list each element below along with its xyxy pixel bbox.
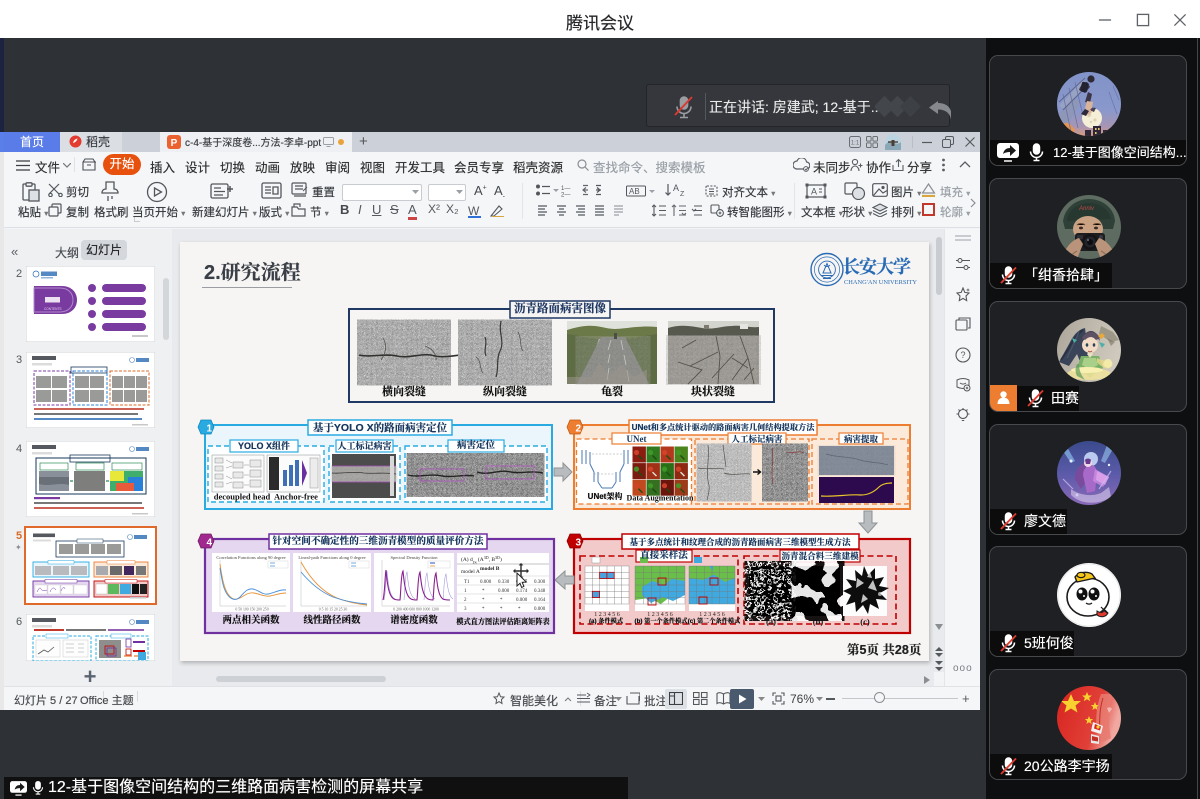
svg-text:0.174: 0.174	[516, 589, 528, 594]
svg-text:CHANG'AN UNIVERSITY: CHANG'AN UNIVERSITY	[844, 279, 917, 286]
svg-text:(a): (a)	[766, 617, 776, 627]
svg-text:1—: 1—	[561, 186, 570, 192]
svg-text:0 200 400 600 800 1000 1: 0 200 400 600 800 1000 1200	[393, 608, 439, 612]
svg-text:0.000: 0.000	[516, 598, 528, 603]
svg-text:3: 3	[576, 538, 582, 549]
svg-text:1: 1	[207, 424, 213, 435]
svg-text:Anniv: Anniv	[1078, 206, 1095, 212]
svg-text:1 2 3 4 5 6: 1 2 3 4 5 6	[699, 612, 725, 618]
svg-text:?: ?	[961, 350, 966, 360]
svg-text:1:1: 1:1	[851, 141, 860, 147]
svg-text:model A: model A	[461, 569, 480, 575]
svg-text:2: 2	[576, 424, 582, 435]
svg-text:T1: T1	[464, 580, 470, 585]
svg-text:(b): (b)	[813, 617, 824, 627]
svg-text:AB: AB	[629, 187, 640, 196]
svg-text:A: A	[811, 187, 817, 197]
svg-text:4: 4	[207, 538, 213, 549]
svg-text:(c): (c)	[860, 617, 870, 627]
svg-text:CONTENTS: CONTENTS	[44, 307, 62, 311]
svg-text:0 50 100 150 200 250: 0 50 100 150 200 250	[235, 608, 268, 612]
svg-text:0.300: 0.300	[534, 580, 546, 585]
svg-text:0.164: 0.164	[534, 598, 546, 603]
svg-text:Data Augmentation: Data Augmentation	[627, 494, 694, 503]
svg-text:Z: Z	[680, 191, 685, 198]
svg-text:A: A	[673, 183, 679, 193]
svg-text:decoupled head: decoupled head	[214, 492, 271, 502]
svg-text:0.000: 0.000	[534, 607, 546, 612]
svg-text:2—: 2—	[561, 193, 570, 198]
svg-text:0.000: 0.000	[498, 589, 510, 594]
svg-text:1 2 3 4 5 6: 1 2 3 4 5 6	[647, 612, 673, 618]
svg-text:W: W	[468, 204, 480, 218]
svg-text:0 5 10 15 20 25: 0 5 10 15 20 25 30	[319, 608, 348, 612]
svg-text:P: P	[171, 138, 178, 149]
svg-text:0.000: 0.000	[480, 580, 492, 585]
svg-text:UNet: UNet	[627, 434, 647, 444]
svg-text:0.348: 0.348	[534, 589, 546, 594]
svg-text:Lineal-path Functions along 0: Lineal-path Functions along 0 degree	[298, 555, 365, 560]
svg-text:0.330: 0.330	[498, 580, 510, 585]
svg-text:Correlation Functions along 90: Correlation Functions along 90 degree	[216, 555, 285, 560]
svg-text:1 2 3 4 5 6: 1 2 3 4 5 6	[594, 612, 620, 618]
svg-text:model B: model B	[480, 566, 500, 572]
svg-text:Spectral Density Function: Spectral Density Function	[391, 555, 439, 560]
svg-text:Anchor-free: Anchor-free	[274, 492, 318, 502]
